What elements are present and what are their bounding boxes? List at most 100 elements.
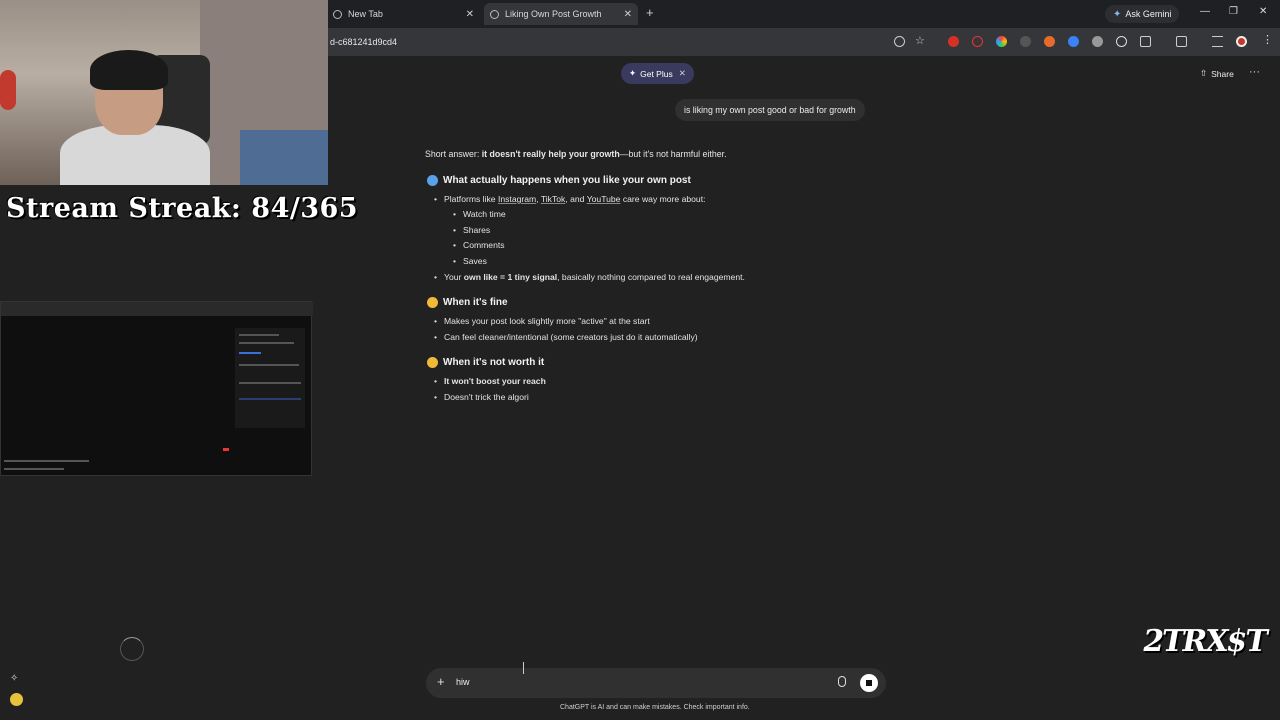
bed: [240, 130, 328, 185]
bold-text: own like = 1 tiny signal: [463, 272, 558, 282]
heading-text: When it's not worth it: [443, 357, 545, 368]
magnifier-emoji-icon: [427, 175, 438, 186]
clock-extension-icon[interactable]: [1116, 36, 1127, 47]
close-window-icon[interactable]: ✕: [1259, 6, 1267, 17]
mini-browser-bar: [1, 302, 313, 316]
intro-prefix: Short answer:: [425, 149, 482, 159]
tiktok-link[interactable]: TikTok: [541, 194, 566, 204]
text: , basically nothing compared to real eng…: [557, 272, 745, 282]
mini-text-line: [239, 342, 294, 344]
profile-avatar[interactable]: [1236, 36, 1247, 47]
answer-intro: Short answer: it doesn't really help you…: [425, 149, 727, 159]
text: Your: [444, 272, 464, 282]
list-item: Your own like = 1 tiny signal, basically…: [434, 272, 745, 282]
youtube-link[interactable]: YouTube: [587, 194, 621, 204]
screen-capture-preview: [0, 301, 313, 476]
user-message: is liking my own post good or bad for gr…: [675, 99, 865, 121]
sparkle-icon[interactable]: ✧: [10, 673, 18, 684]
section-heading-what-happens: What actually happens when you like your…: [427, 175, 691, 186]
plus-icon[interactable]: +: [437, 674, 445, 689]
message-composer[interactable]: + hiw: [426, 668, 886, 698]
new-tab-button[interactable]: +: [646, 5, 654, 20]
screen: New Tab ✕ Liking Own Post Growth ✕ + ✦ A…: [0, 0, 1280, 720]
instagram-link[interactable]: Instagram: [498, 194, 536, 204]
stream-streak-label: Stream Streak: 84/365: [6, 193, 359, 224]
tab-liking-own-post[interactable]: Liking Own Post Growth ✕: [484, 3, 638, 25]
media-icon[interactable]: [1212, 36, 1223, 47]
close-icon[interactable]: ✕: [466, 9, 474, 20]
brightness-icon[interactable]: [1020, 36, 1031, 47]
mini-video-title: [4, 460, 89, 462]
sub-list-item: Shares: [453, 225, 490, 235]
microphone-icon[interactable]: [838, 676, 846, 687]
text: Platforms like: [444, 194, 498, 204]
zoom-icon[interactable]: [894, 36, 905, 47]
close-icon[interactable]: ✕: [679, 68, 686, 79]
sub-list-item: Comments: [453, 240, 504, 250]
puzzle-icon[interactable]: [1140, 36, 1151, 47]
share-icon: ⇧: [1200, 68, 1208, 78]
disclaimer: ChatGPT is AI and can make mistakes. Che…: [560, 704, 750, 711]
restore-icon[interactable]: ❐: [1229, 6, 1238, 17]
menu-icon[interactable]: ⋮: [1262, 33, 1273, 46]
mini-text-line: [239, 334, 279, 336]
get-plus-label: Get Plus: [640, 68, 673, 79]
list-item: Doesn't trick the algori: [434, 392, 529, 402]
webcam-feed: [0, 0, 328, 185]
bold-text: It won't boost your reach: [444, 376, 546, 386]
share-label: Share: [1211, 68, 1234, 79]
ask-gemini-button[interactable]: ✦ Ask Gemini: [1105, 5, 1180, 23]
thumbs-up-emoji-icon: [427, 297, 438, 308]
streamer-hair: [90, 50, 168, 90]
ask-gemini-label: Ask Gemini: [1125, 9, 1172, 19]
tab-label: New Tab: [348, 9, 383, 19]
bookmark-star-icon[interactable]: ☆: [915, 34, 926, 47]
loading-spinner: [120, 637, 144, 661]
sparkle-icon: ✦: [629, 68, 637, 78]
list-item: Makes your post look slightly more "acti…: [434, 316, 650, 326]
status-dot-icon[interactable]: [10, 693, 23, 706]
block-extension-icon[interactable]: [972, 36, 983, 47]
sub-list-item: Watch time: [453, 209, 506, 219]
intro-suffix: —but it's not harmful either.: [619, 149, 727, 159]
round-extension-icon[interactable]: [1092, 36, 1103, 47]
intro-bold: it doesn't really help your growth: [481, 149, 620, 159]
fox-extension-icon[interactable]: [1044, 36, 1055, 47]
blue-extension-icon[interactable]: [1068, 36, 1079, 47]
extension-icon[interactable]: [948, 36, 959, 47]
thumbs-down-emoji-icon: [427, 357, 438, 368]
stop-button[interactable]: [860, 674, 878, 692]
more-options-icon[interactable]: ···: [1249, 66, 1260, 78]
text-cursor: [523, 662, 524, 674]
composer-input[interactable]: hiw: [456, 677, 470, 687]
channel-logo: 2TRX$T: [1139, 624, 1269, 659]
minimize-icon[interactable]: —: [1200, 6, 1210, 17]
list-item: Can feel cleaner/intentional (some creat…: [434, 332, 698, 342]
heading-text: When it's fine: [443, 297, 508, 308]
list-item: It won't boost your reach: [434, 376, 546, 386]
gemini-icon: ✦: [1113, 8, 1122, 20]
share-button[interactable]: ⇧ Share: [1200, 68, 1234, 79]
address-bar[interactable]: d-c681241d9cd4: [330, 37, 397, 47]
section-heading-when-fine: When it's fine: [427, 297, 508, 308]
mini-text-line: [239, 382, 301, 384]
list-item: Platforms like Instagram, TikTok, and Yo…: [434, 194, 706, 204]
sub-list-item: Saves: [453, 256, 487, 266]
text: , and: [565, 194, 587, 204]
punching-bag: [0, 70, 16, 110]
close-icon[interactable]: ✕: [624, 9, 632, 20]
tab-label: Liking Own Post Growth: [505, 9, 602, 19]
section-heading-not-worth: When it's not worth it: [427, 357, 544, 368]
tab-new-tab[interactable]: New Tab ✕: [330, 4, 480, 24]
mini-button: [239, 352, 261, 354]
mini-card: [239, 398, 301, 400]
mini-text-line: [239, 364, 299, 366]
chatgpt-icon: [490, 9, 499, 19]
mini-channel: [4, 468, 64, 470]
text: care way more about:: [620, 194, 706, 204]
get-plus-button[interactable]: ✦ Get Plus ✕: [621, 63, 694, 84]
side-panel-icon[interactable]: [1176, 36, 1187, 47]
heading-text: What actually happens when you like your…: [443, 175, 691, 186]
mini-red-marker: [223, 448, 229, 451]
color-extension-icon[interactable]: [996, 36, 1007, 47]
